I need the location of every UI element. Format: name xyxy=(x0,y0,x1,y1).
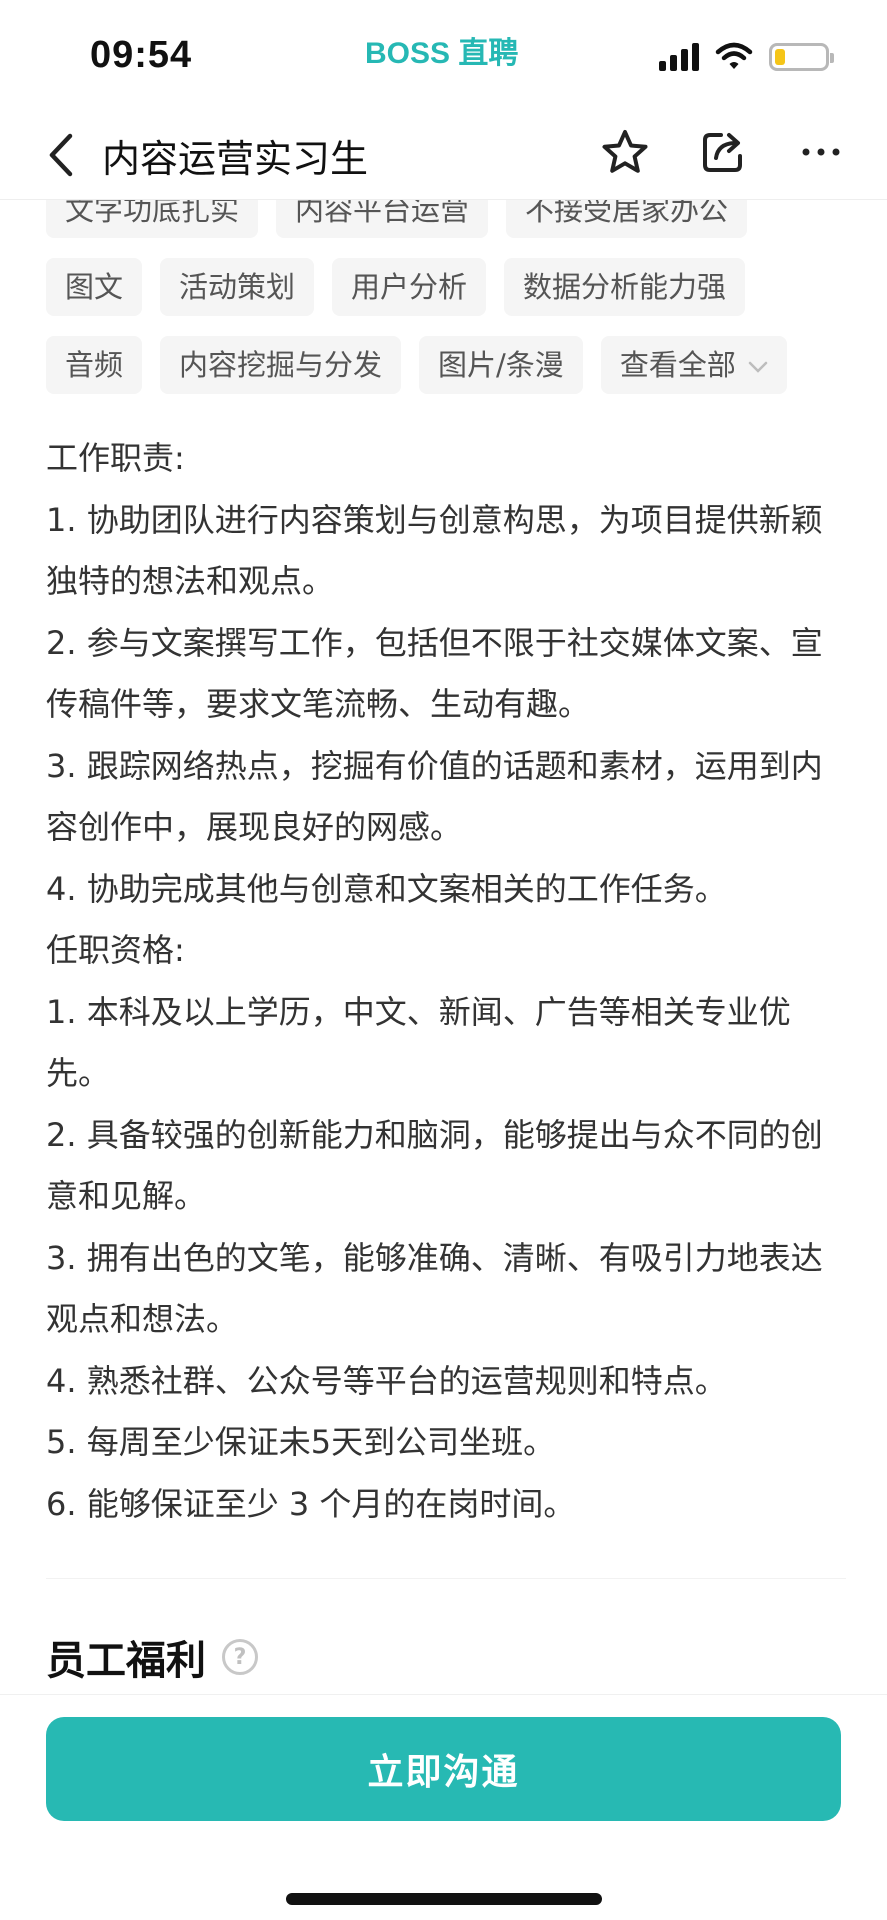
job-description: 工作职责: 1. 协助团队进行内容策划与创意构思，为项目提供新颖独特的想法和观点… xyxy=(46,428,846,1535)
back-icon xyxy=(49,133,73,177)
benefits-section-title: 员工福利 ? xyxy=(46,1628,258,1686)
skill-tag: 图文 xyxy=(46,258,143,316)
skill-tag: 用户分析 xyxy=(332,258,487,316)
share-button[interactable] xyxy=(697,122,749,182)
qualification-item: 2. 具备较强的创新能力和脑洞，能够提出与众不同的创意和见解。 xyxy=(46,1115,823,1216)
help-icon[interactable]: ? xyxy=(222,1639,258,1675)
skill-tag: 内容挖掘与分发 xyxy=(160,336,402,394)
qualification-item: 6. 能够保证至少 3 个月的在岗时间。 xyxy=(46,1484,576,1523)
status-brand: BOSS 直聘 xyxy=(365,37,519,70)
nav-actions xyxy=(599,122,847,182)
view-all-tags-button[interactable]: 查看全部 xyxy=(600,336,787,394)
section-divider xyxy=(46,1578,846,1579)
qualification-item: 1. 本科及以上学历，中文、新闻、广告等相关专业优先。 xyxy=(46,992,791,1093)
skill-tag: 活动策划 xyxy=(160,258,315,316)
status-time: 09:54 xyxy=(90,34,193,76)
tag-row-2: 图文 活动策划 用户分析 数据分析能力强 xyxy=(46,258,846,316)
status-bar: 09:54 BOSS 直聘 xyxy=(0,0,887,110)
bottom-action-bar: 立即沟通 xyxy=(0,1694,887,1920)
duty-item: 4. 协助完成其他与创意和文案相关的工作任务。 xyxy=(46,869,727,908)
wifi-icon xyxy=(715,42,753,69)
qualification-item: 5. 每周至少保证未5天到公司坐班。 xyxy=(46,1423,556,1461)
signal-icon xyxy=(659,43,699,71)
skill-tags: 文字功底扎实 内容平台运营 不接受居家办公 图文 活动策划 用户分析 数据分析能… xyxy=(46,190,846,414)
more-icon xyxy=(802,148,840,156)
home-indicator xyxy=(286,1893,602,1905)
qualification-item: 3. 拥有出色的文笔，能够准确、清晰、有吸引力地表达观点和想法。 xyxy=(46,1238,823,1339)
status-icons xyxy=(659,42,834,72)
duty-item: 2. 参与文案撰写工作，包括但不限于社交媒体文案、宣传稿件等，要求文笔流畅、生动… xyxy=(46,623,823,724)
skill-tag: 音频 xyxy=(46,336,143,394)
share-icon xyxy=(703,133,742,172)
view-all-label: 查看全部 xyxy=(619,348,736,382)
favorite-button[interactable] xyxy=(599,122,651,182)
duty-item: 1. 协助团队进行内容策划与创意构思，为项目提供新颖独特的想法和观点。 xyxy=(46,500,823,601)
back-button[interactable] xyxy=(40,128,84,182)
nav-bar: 内容运营实习生 xyxy=(0,110,887,200)
duty-item: 3. 跟踪网络热点，挖掘有价值的话题和素材，运用到内容创作中，展现良好的网感。 xyxy=(46,746,823,847)
qualification-item: 4. 熟悉社群、公众号等平台的运营规则和特点。 xyxy=(46,1361,727,1400)
star-icon xyxy=(602,130,648,173)
skill-tag: 数据分析能力强 xyxy=(504,258,746,316)
chat-now-button[interactable]: 立即沟通 xyxy=(46,1717,841,1821)
battery-icon xyxy=(769,43,834,71)
duties-heading: 工作职责: xyxy=(46,439,185,477)
chevron-down-icon xyxy=(748,361,768,373)
qualifications-heading: 任职资格: xyxy=(46,931,185,969)
page-title: 内容运营实习生 xyxy=(102,137,369,181)
tag-row-3: 音频 内容挖掘与分发 图片/条漫 查看全部 xyxy=(46,336,846,394)
more-button[interactable] xyxy=(795,122,847,182)
benefits-title: 员工福利 xyxy=(46,1638,206,1684)
battery-level xyxy=(775,49,785,65)
skill-tag: 图片/条漫 xyxy=(419,336,583,394)
